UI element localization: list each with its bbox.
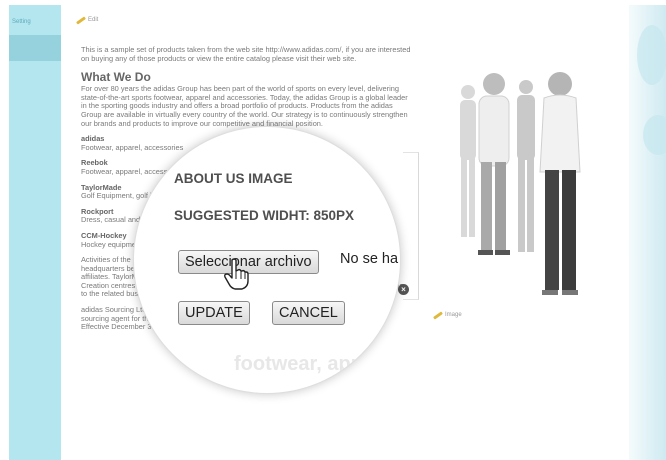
paragraph-1: For over 80 years the adidas Group has b… (81, 84, 408, 128)
cancel-button[interactable]: CANCEL (272, 301, 345, 325)
hand-cursor-icon (224, 258, 249, 290)
team-photo (460, 72, 581, 295)
magnifier-lens: footwear, appar ABOUT US IMAGE SUGGESTED… (133, 126, 401, 394)
section-heading: What We Do (81, 70, 151, 85)
right-watercolor-border (629, 5, 666, 460)
pencil-icon (76, 15, 86, 25)
brand-desc: Footwear, apparel, accessories (81, 142, 184, 152)
image-edit-link[interactable]: Image (433, 310, 462, 320)
edit-link[interactable]: Edit (76, 15, 99, 25)
intro-paragraph: This is a sample set of products taken f… (81, 45, 411, 63)
sidebar-item-setting[interactable]: Setting (12, 19, 31, 25)
no-file-label: No se ha seleccionado ningún archivo (340, 251, 400, 267)
edit-label: Edit (88, 17, 99, 23)
dialog-subtitle: SUGGESTED WIDHT: 850PX (174, 208, 355, 223)
image-label: Image (445, 312, 462, 318)
update-button[interactable]: UPDATE (178, 301, 250, 325)
dialog-edge (403, 152, 419, 300)
sidebar-selected-item[interactable] (9, 35, 61, 61)
pencil-icon (433, 310, 443, 320)
background-text-fragment: footwear, appar (234, 353, 382, 375)
close-icon[interactable]: × (398, 284, 409, 295)
sidebar: Setting (9, 5, 61, 460)
dialog-title: ABOUT US IMAGE (174, 171, 293, 186)
